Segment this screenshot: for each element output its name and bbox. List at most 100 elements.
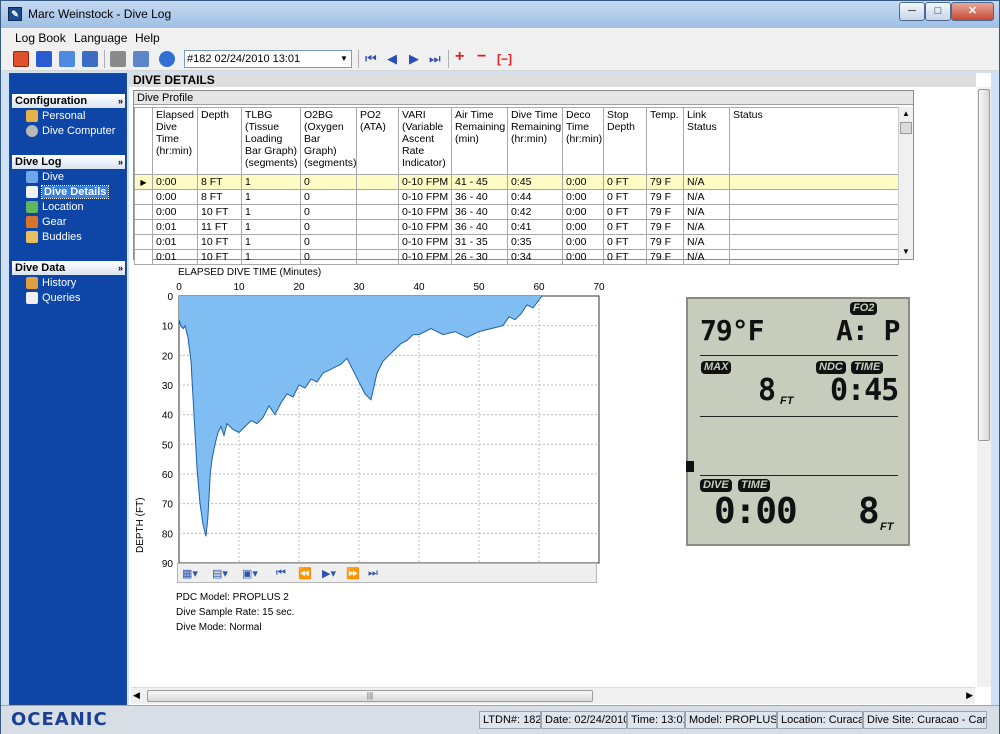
table-cell[interactable]: 0 [300,249,357,265]
last-record-icon[interactable]: ⏭ [429,51,441,67]
table-cell[interactable]: 0:41 [507,219,563,235]
delete-all-icon[interactable]: [−] [497,51,512,67]
horizontal-scroll-thumb[interactable]: ||| [147,690,593,702]
sidebar-item-dive-details[interactable]: Dive Details [26,185,110,199]
table-cell[interactable] [356,219,399,235]
table-cell[interactable]: 0:45 [507,174,563,190]
row-header-cell[interactable] [134,219,153,235]
table-cell[interactable]: 1 [241,219,301,235]
table-row[interactable]: ▶ 0:00 8 FT 1 0 0-10 FPM 41 - 45 0:45 0:00 0 FT 79… [134,174,899,190]
table-cell[interactable]: 0 [300,234,357,250]
table-cell[interactable]: 1 [241,249,301,265]
table-cell[interactable] [729,219,899,235]
minimize-button[interactable]: ─ [899,2,925,21]
table-cell[interactable]: 31 - 35 [451,234,508,250]
table-cell[interactable]: 0-10 FPM [398,219,452,235]
table-cell[interactable]: 0:00 [562,174,604,190]
scroll-right-icon[interactable]: ▶ [966,690,973,701]
menu-language[interactable]: Language [74,31,127,45]
table-cell[interactable]: 0:00 [562,189,604,205]
table-cell[interactable] [356,234,399,250]
column-header[interactable]: Air Time Remaining (min) [451,107,508,175]
table-cell[interactable]: 0-10 FPM [398,249,452,265]
scroll-up-icon[interactable]: ▲ [899,107,913,121]
scroll-thumb[interactable] [900,122,912,134]
row-header-cell[interactable] [134,249,153,265]
table-cell[interactable]: 79 F [646,219,684,235]
table-cell[interactable]: 0:42 [507,204,563,220]
table-cell[interactable] [356,174,399,190]
table-cell[interactable]: 11 FT [197,219,242,235]
table-cell[interactable] [729,249,899,265]
column-header[interactable]: TLBG (Tissue Loading Bar Graph) (segment… [241,107,301,175]
table-cell[interactable]: 1 [241,189,301,205]
table-cell[interactable] [729,174,899,190]
table-cell[interactable]: 8 FT [197,174,242,190]
table-cell[interactable]: 36 - 40 [451,219,508,235]
table-cell[interactable]: 0:00 [562,204,604,220]
print-icon[interactable] [110,51,126,67]
table-cell[interactable]: 0 [300,204,357,220]
table-cell[interactable] [356,189,399,205]
sidebar-item-dive-computer[interactable]: Dive Computer [26,124,115,138]
table-row[interactable]: 0:00 8 FT 1 0 0-10 FPM 36 - 40 0:44 0:00 0 FT 79 … [134,189,899,205]
scroll-down-icon[interactable]: ▼ [899,245,913,259]
column-header[interactable]: Deco Time (hr:min) [562,107,604,175]
download-icon[interactable] [36,51,52,67]
table-cell[interactable] [356,249,399,265]
table-cell[interactable]: 0:00 [562,234,604,250]
row-header-cell[interactable] [134,234,153,250]
delete-record-icon[interactable]: − [477,49,486,65]
column-header[interactable]: Link Status [683,107,730,175]
table-cell[interactable]: N/A [683,249,730,265]
chart-export-icon[interactable]: ▤▾ [212,567,228,580]
scroll-left-icon[interactable]: ◀ [133,690,140,701]
column-header[interactable]: Stop Depth [603,107,647,175]
main-scroll-thumb[interactable] [978,89,990,441]
maximize-button[interactable]: □ [925,2,951,21]
table-cell[interactable]: 0:00 [562,219,604,235]
table-cell[interactable]: 41 - 45 [451,174,508,190]
table-cell[interactable]: 10 FT [197,204,242,220]
table-cell[interactable]: 0 FT [603,174,647,190]
first-record-icon[interactable]: ⏮ [365,51,377,67]
column-header[interactable]: Elapsed Dive Time (hr:min) [152,107,198,175]
table-cell[interactable]: 0:00 [152,204,198,220]
chart-color-icon[interactable]: ▦▾ [182,567,198,580]
help-icon[interactable] [159,51,175,67]
sidebar-item-location[interactable]: Location [26,200,84,214]
playback-forward-icon[interactable]: ⏩ [346,567,360,580]
table-cell[interactable]: 8 FT [197,189,242,205]
column-header[interactable]: Status [729,107,899,175]
previous-record-icon[interactable]: ◀ [387,51,397,67]
table-cell[interactable]: 0-10 FPM [398,234,452,250]
table-cell[interactable]: N/A [683,219,730,235]
main-horizontal-scrollbar[interactable]: ◀ ||| ▶ [131,687,975,704]
table-cell[interactable]: 10 FT [197,234,242,250]
chart-image-icon[interactable]: ▣▾ [242,567,258,580]
table-cell[interactable]: 0:00 [152,174,198,190]
table-cell[interactable]: 0-10 FPM [398,174,452,190]
table-row[interactable]: 0:01 10 FT 1 0 0-10 FPM 26 - 30 0:34 0:00 0 FT 79… [134,249,899,265]
playback-rewind-icon[interactable]: ⏪ [298,567,312,580]
sidebar-section-dive-log[interactable]: Dive Log » [12,155,125,169]
table-cell[interactable]: 0 [300,219,357,235]
table-cell[interactable]: 79 F [646,249,684,265]
table-cell[interactable]: 0:34 [507,249,563,265]
table-cell[interactable]: 0 FT [603,249,647,265]
chevron-collapse-icon[interactable]: » [118,261,123,275]
playback-play-icon[interactable]: ▶▾ [322,567,336,580]
table-cell[interactable]: 0:35 [507,234,563,250]
sidebar-item-buddies[interactable]: Buddies [26,230,82,244]
table-cell[interactable]: 0 [300,189,357,205]
table-cell[interactable]: N/A [683,204,730,220]
add-record-icon[interactable]: + [455,49,464,65]
table-cell[interactable]: 79 F [646,189,684,205]
table-cell[interactable]: 79 F [646,204,684,220]
menu-help[interactable]: Help [135,31,160,45]
menu-log-book[interactable]: Log Book [15,31,66,45]
table-cell[interactable]: 36 - 40 [451,189,508,205]
sidebar-section-dive-data[interactable]: Dive Data » [12,261,125,275]
report-icon[interactable] [133,51,149,67]
table-cell[interactable] [729,204,899,220]
